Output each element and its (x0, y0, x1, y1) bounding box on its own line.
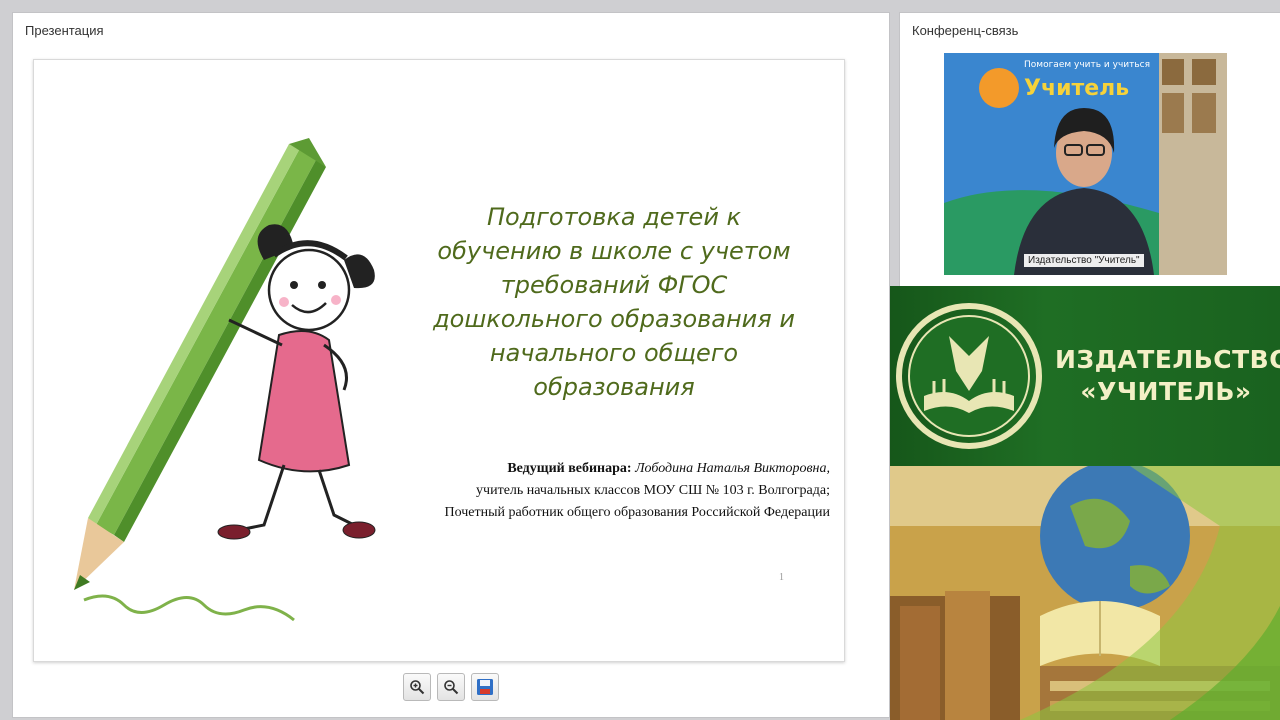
video-banner-top: Помогаем учить и учиться (1024, 60, 1150, 70)
video-banner-brand: Учитель (1024, 76, 1129, 101)
publisher-name-line1: ИЗДАТЕЛЬСТВО (1055, 345, 1280, 374)
presentation-panel: Презентация Подготовка детей к обучению … (12, 12, 890, 718)
presentation-panel-title: Презентация (25, 23, 104, 38)
zoom-in-button[interactable] (403, 673, 431, 701)
presenter-role: учитель начальных классов МОУ СШ № 103 г… (476, 483, 830, 498)
video-background: Учитель Помогаем учить и учиться (944, 53, 1227, 275)
zoom-in-icon (410, 680, 425, 695)
presenter-line: Ведущий вебинара: Лободина Наталья Викто… (390, 458, 830, 480)
books-illustration (890, 466, 1280, 720)
conference-panel: Конференц-связь Учитель Помогаем учить и… (899, 12, 1280, 288)
slide-page-number: 1 (779, 572, 784, 583)
video-feed[interactable]: Учитель Помогаем учить и учиться Издател… (944, 53, 1227, 275)
girl-with-pencil-illustration (74, 138, 376, 622)
books-globe-image (890, 466, 1280, 720)
save-icon (477, 679, 493, 695)
publisher-name: ИЗДАТЕЛЬСТВО «УЧИТЕЛЬ» (1055, 344, 1280, 408)
slide-title: Подготовка детей к обучению в школе с уч… (433, 203, 795, 401)
presenter-block: Ведущий вебинара: Лободина Наталья Викто… (390, 458, 830, 524)
slide: Подготовка детей к обучению в школе с уч… (33, 59, 845, 662)
publisher-banner: ИЗДАТЕЛЬСТВО «УЧИТЕЛЬ» (890, 286, 1280, 466)
presenter-honor: Почетный работник общего образования Рос… (444, 505, 830, 520)
zoom-out-icon (444, 680, 459, 695)
presentation-toolbar (403, 673, 499, 701)
zoom-out-button[interactable] (437, 673, 465, 701)
presenter-label: Ведущий вебинара: (507, 461, 632, 476)
video-participant-label: Издательство "Учитель" (1024, 254, 1144, 267)
presenter-name: Лободина Наталья Викторовна, (635, 461, 830, 476)
publisher-name-line2: «УЧИТЕЛЬ» (1080, 377, 1252, 406)
publisher-logo-icon (896, 303, 1042, 449)
conference-panel-title: Конференц-связь (912, 23, 1019, 38)
save-button[interactable] (471, 673, 499, 701)
